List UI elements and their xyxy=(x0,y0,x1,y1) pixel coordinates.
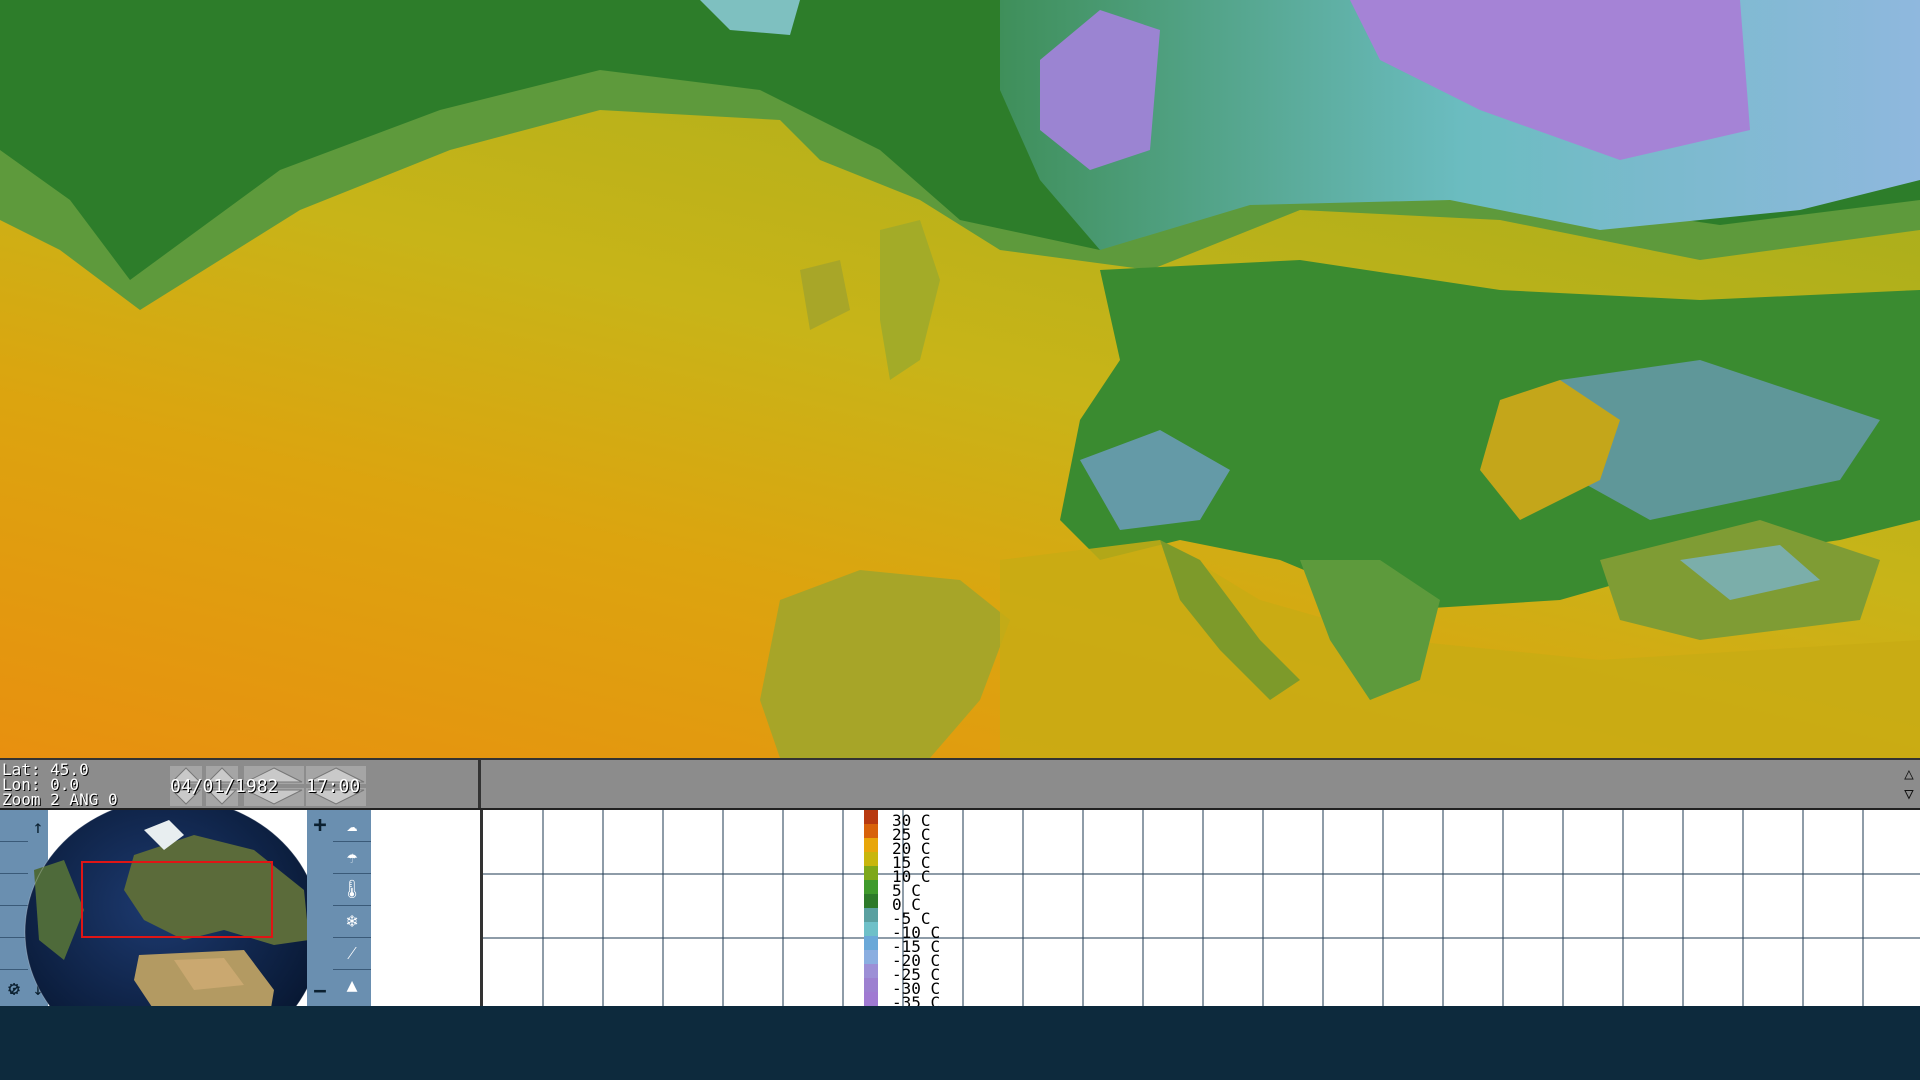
terrain-icon[interactable]: ▲ xyxy=(333,970,371,1001)
grid-lines xyxy=(483,810,1920,1006)
snow-icon[interactable]: ❄ xyxy=(333,906,371,938)
legend-swatch xyxy=(864,978,878,993)
coordinates-readout: Lat: 45.0 Lon: 0.0 Zoom 2 ANG 0 xyxy=(2,762,118,809)
legend-swatch xyxy=(864,838,878,853)
legend-color-bar xyxy=(864,810,878,1020)
rain-icon[interactable]: ☂ xyxy=(333,842,371,874)
minus-icon[interactable]: − xyxy=(307,976,333,1006)
scroll-down-icon[interactable]: ▽ xyxy=(1900,784,1918,804)
cloud-icon[interactable]: ☁ xyxy=(333,810,371,842)
legend-swatch xyxy=(864,810,878,825)
plus-icon[interactable]: + xyxy=(307,810,333,840)
legend-swatch xyxy=(864,894,878,909)
date-display: 04/01/1982 xyxy=(170,776,279,797)
control-panel: ⚙ ↑ ↓ ↙ + − ☁ ☂ 🌡 ❄ ⁄ ▲ 30 C 25 C 20 C 1… xyxy=(0,797,1920,1067)
temperature-legend: 30 C 25 C 20 C 15 C 10 C5 C0 C -5 C -10 C -15 C… xyxy=(864,810,964,1025)
legend-swatch xyxy=(864,922,878,937)
thermometer-icon[interactable]: 🌡 xyxy=(333,874,371,906)
divider xyxy=(478,760,481,810)
legend-swatch xyxy=(864,964,878,979)
legend-swatch xyxy=(864,880,878,895)
legend-swatch xyxy=(864,852,878,867)
legend-swatch xyxy=(864,824,878,839)
graph-grid[interactable] xyxy=(480,810,1920,1006)
layer-tools: ☁ ☂ 🌡 ❄ ⁄ ▲ xyxy=(333,810,371,1006)
wind-icon[interactable]: ⁄ xyxy=(333,938,371,970)
time-display: 17:00 xyxy=(306,776,361,797)
toolbar: Lat: 45.0 Lon: 0.0 Zoom 2 ANG 0 04/01/19… xyxy=(0,758,1920,810)
zoom-label: Zoom 2 ANG 0 xyxy=(2,790,118,809)
legend-swatch xyxy=(864,992,878,1007)
zoom-column: + − xyxy=(307,810,333,1006)
legend-swatch xyxy=(864,936,878,951)
scroll-controls[interactable]: △ ▽ xyxy=(1900,764,1918,806)
bottom-bar xyxy=(0,1006,1920,1080)
scroll-up-icon[interactable]: △ xyxy=(1900,764,1918,784)
map-canvas[interactable] xyxy=(0,0,1920,758)
info-area xyxy=(371,810,477,1006)
legend-swatch xyxy=(864,950,878,965)
legend-swatch xyxy=(864,866,878,881)
temperature-map[interactable] xyxy=(0,0,1920,758)
legend-swatch xyxy=(864,908,878,923)
